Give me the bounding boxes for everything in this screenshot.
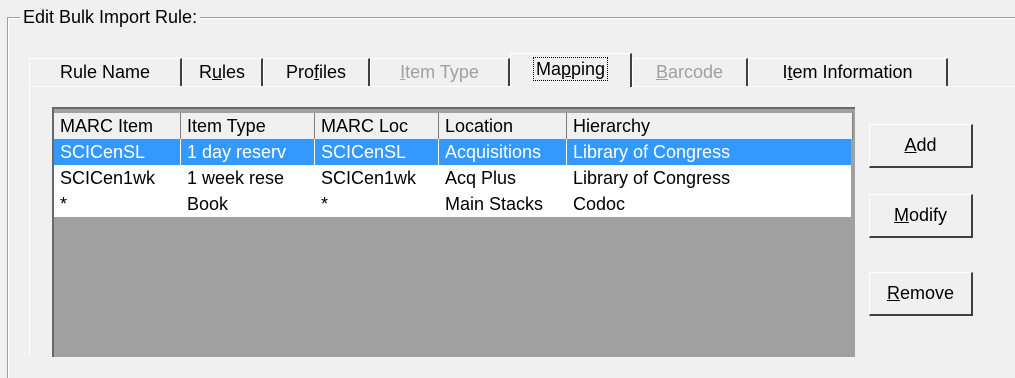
cell-hierarchy: Library of Congress [573,168,731,188]
table-row[interactable]: SCICen1wk 1 week rese SCICen1wk Acq Plus… [54,165,851,191]
tab-mapping-focus: Mapping [532,57,609,81]
list-header: MARC Item Item Type MARC Loc Location Hi… [54,113,853,139]
table-row[interactable]: * Book * Main Stacks Codoc [54,191,851,217]
tab-rule-name[interactable]: Rule Name [29,58,182,86]
tab-profiles[interactable]: Profiles [263,58,370,86]
modify-button[interactable]: Modify [869,194,973,238]
cell-location: Main Stacks [445,194,544,214]
mapping-list-view[interactable]: MARC Item Item Type MARC Loc Location Hi… [52,107,855,357]
tab-item-information[interactable]: Item Information [748,58,948,86]
cell-marc-item: * [60,194,68,214]
column-header-hierarchy[interactable]: Hierarchy [567,113,853,139]
cell-marc-loc: * [321,194,329,214]
groupbox-title: Edit Bulk Import Rule: [20,6,201,28]
cell-marc-loc: SCICen1wk [321,168,417,188]
cell-item-type: 1 week rese [187,168,285,188]
cell-marc-item: SCICen1wk [60,168,156,188]
add-button[interactable]: Add [869,124,973,168]
tab-barcode: Barcode [632,58,748,86]
cell-marc-item: SCICenSL [54,139,181,165]
cell-marc-loc: SCICenSL [315,139,439,165]
column-header-marc-item[interactable]: MARC Item [54,113,181,139]
tab-item-type: Item Type [370,58,510,86]
column-header-item-type[interactable]: Item Type [181,113,315,139]
cell-item-type: 1 day reserv [181,139,315,165]
cell-hierarchy: Codoc [573,194,626,214]
tab-mapping[interactable]: Mapping [510,53,632,87]
cell-item-type: Book [187,194,229,214]
remove-button[interactable]: Remove [869,272,973,316]
cell-hierarchy: Library of Congress [573,142,731,162]
tab-rules[interactable]: Rules [182,58,263,86]
table-row[interactable]: SCICenSL 1 day reserv SCICenSL Acquisiti… [54,139,851,165]
cell-location: Acq Plus [445,168,517,188]
column-header-location[interactable]: Location [439,113,567,139]
cell-location: Acquisitions [439,139,567,165]
column-header-marc-loc[interactable]: MARC Loc [315,113,439,139]
